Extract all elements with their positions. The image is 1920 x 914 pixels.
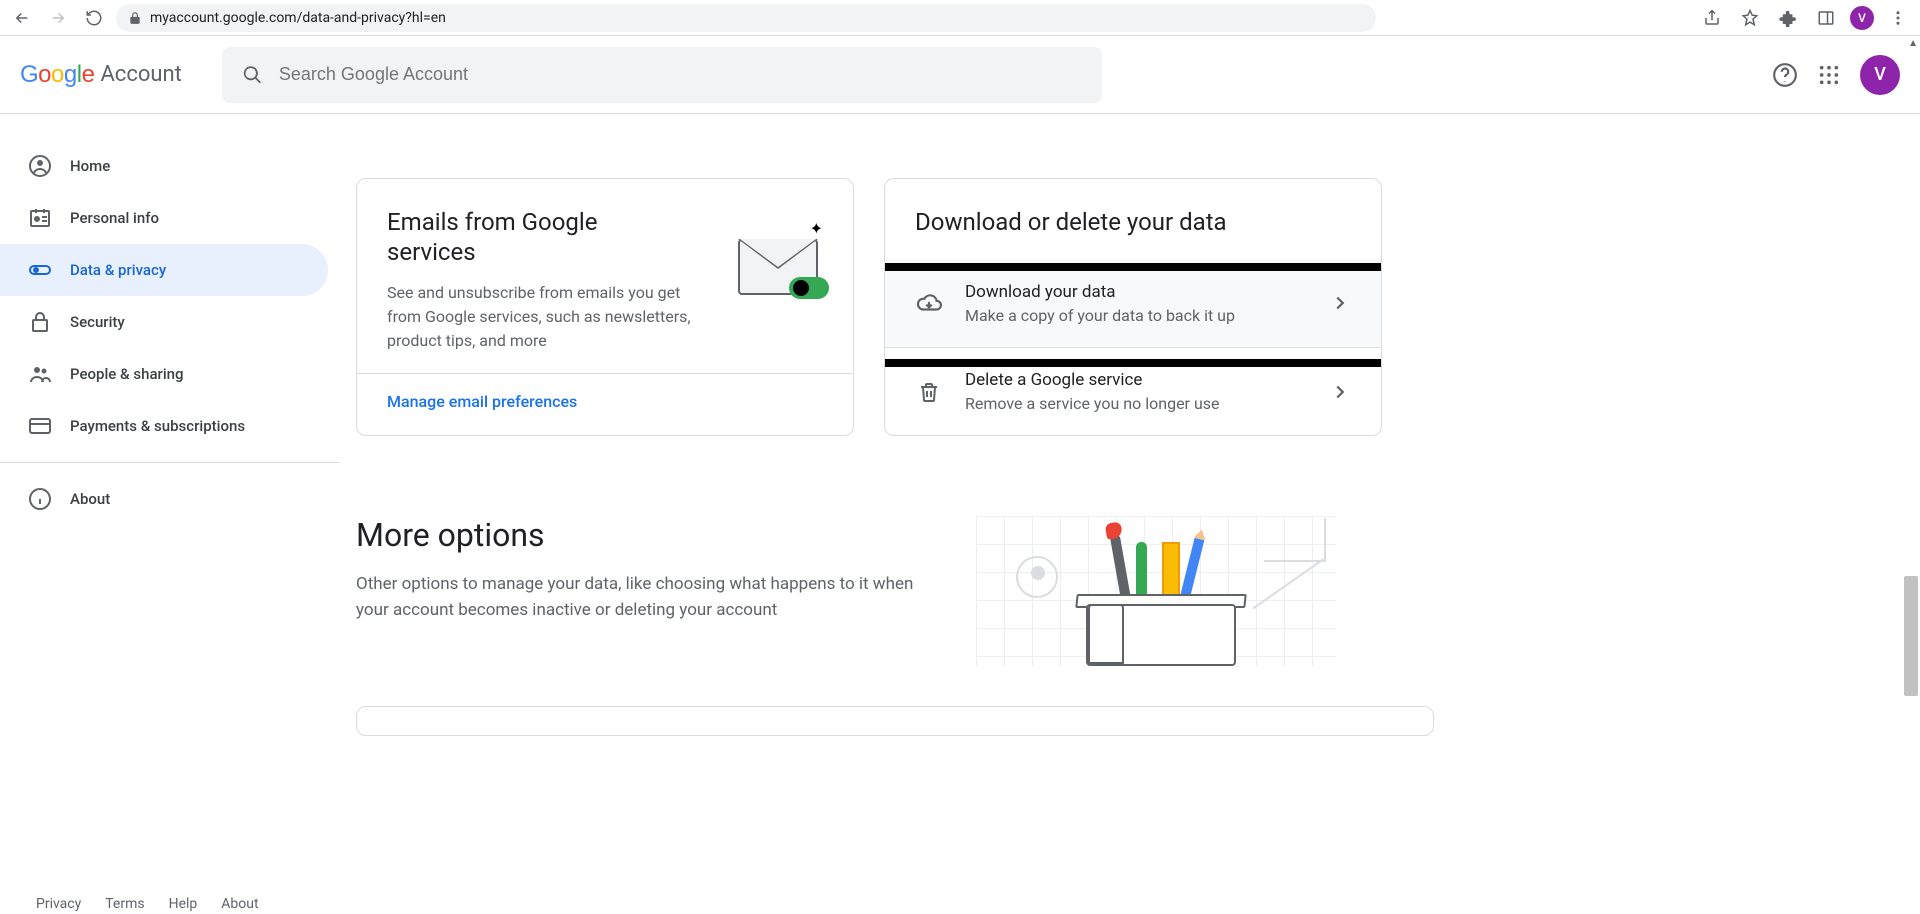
scrollbar-thumb[interactable] (1904, 576, 1918, 696)
download-title: Download your data (965, 282, 1307, 302)
sidebar-item-personal-info[interactable]: Personal info (0, 192, 328, 244)
lock-icon (128, 11, 142, 25)
sidebar-item-label: Security (70, 313, 125, 331)
sidebar-item-security[interactable]: Security (0, 296, 328, 348)
back-button[interactable] (8, 4, 36, 32)
sidebar-item-data-privacy[interactable]: Data & privacy (0, 244, 328, 296)
sidebar-item-people-sharing[interactable]: People & sharing (0, 348, 328, 400)
sidebar-item-label: Personal info (70, 209, 159, 227)
trash-icon (915, 380, 943, 404)
card-icon (28, 414, 52, 438)
more-options-section: More options Other options to manage you… (356, 516, 1434, 666)
download-subtitle: Make a copy of your data to back it up (965, 306, 1307, 325)
search-icon (242, 64, 263, 86)
address-bar[interactable]: myaccount.google.com/data-and-privacy?hl… (116, 4, 1376, 32)
reload-button[interactable] (80, 4, 108, 32)
sidebar-divider (0, 462, 340, 463)
download-delete-card: Download or delete your data Download yo… (884, 178, 1382, 436)
sidebar-item-label: About (70, 490, 110, 508)
lock-icon (28, 310, 52, 334)
sidebar-item-home[interactable]: Home (0, 140, 328, 192)
emails-card-title: Emails from Google services (387, 207, 687, 267)
delete-google-service-item[interactable]: Delete a Google service Remove a service… (885, 347, 1381, 435)
apps-grid-icon[interactable] (1818, 64, 1840, 86)
toolbox-illustration (976, 516, 1336, 666)
search-input[interactable] (279, 64, 1082, 85)
download-card-title: Download or delete your data (915, 207, 1351, 237)
app-header: Google Account V (0, 36, 1920, 114)
manage-email-preferences-link[interactable]: Manage email preferences (387, 392, 577, 411)
extensions-icon[interactable] (1774, 4, 1802, 32)
account-avatar[interactable]: V (1860, 55, 1900, 95)
browser-profile-avatar[interactable]: V (1850, 6, 1874, 30)
toggle-icon (28, 258, 52, 282)
additional-card (356, 706, 1434, 736)
chevron-right-icon (1329, 292, 1351, 314)
emails-card: Emails from Google services See and unsu… (356, 178, 854, 436)
share-icon[interactable] (1698, 4, 1726, 32)
people-icon (28, 362, 52, 386)
scroll-up-arrow[interactable]: ▲ (1908, 38, 1918, 49)
sidebar-item-label: Data & privacy (70, 261, 166, 279)
more-options-subtitle: Other options to manage your data, like … (356, 572, 916, 623)
delete-service-subtitle: Remove a service you no longer use (965, 394, 1307, 413)
footer-help-link[interactable]: Help (169, 896, 198, 912)
sidebar-item-about[interactable]: About (0, 473, 328, 525)
sidebar-nav: Home Personal info Data & privacy Securi… (0, 114, 340, 776)
id-card-icon (28, 206, 52, 230)
download-your-data-item[interactable]: Download your data Make a copy of your d… (885, 259, 1381, 347)
footer-privacy-link[interactable]: Privacy (36, 896, 81, 912)
side-panel-icon[interactable] (1812, 4, 1840, 32)
footer-links: Privacy Terms Help About (36, 896, 259, 912)
footer-terms-link[interactable]: Terms (105, 896, 144, 912)
sidebar-item-label: Payments & subscriptions (70, 417, 245, 435)
cloud-download-icon (915, 290, 943, 316)
main-content: Emails from Google services See and unsu… (340, 114, 1450, 776)
sidebar-item-payments[interactable]: Payments & subscriptions (0, 400, 328, 452)
bookmark-star-icon[interactable] (1736, 4, 1764, 32)
search-box[interactable] (222, 47, 1102, 103)
browser-menu-icon[interactable] (1884, 4, 1912, 32)
email-illustration: ✦ (733, 219, 829, 299)
footer-about-link[interactable]: About (221, 896, 258, 912)
more-options-title: More options (356, 516, 916, 554)
info-icon (28, 487, 52, 511)
account-label: Account (100, 62, 181, 87)
person-circle-icon (28, 154, 52, 178)
emails-card-subtitle: See and unsubscribe from emails you get … (387, 281, 697, 353)
sidebar-item-label: Home (70, 157, 110, 175)
sidebar-item-label: People & sharing (70, 365, 184, 383)
forward-button[interactable] (44, 4, 72, 32)
google-account-logo[interactable]: Google Account (20, 61, 182, 89)
browser-toolbar: myaccount.google.com/data-and-privacy?hl… (0, 0, 1920, 36)
delete-service-title: Delete a Google service (965, 370, 1307, 390)
url-text: myaccount.google.com/data-and-privacy?hl… (150, 10, 446, 26)
chevron-right-icon (1329, 381, 1351, 403)
help-icon[interactable] (1772, 62, 1798, 88)
